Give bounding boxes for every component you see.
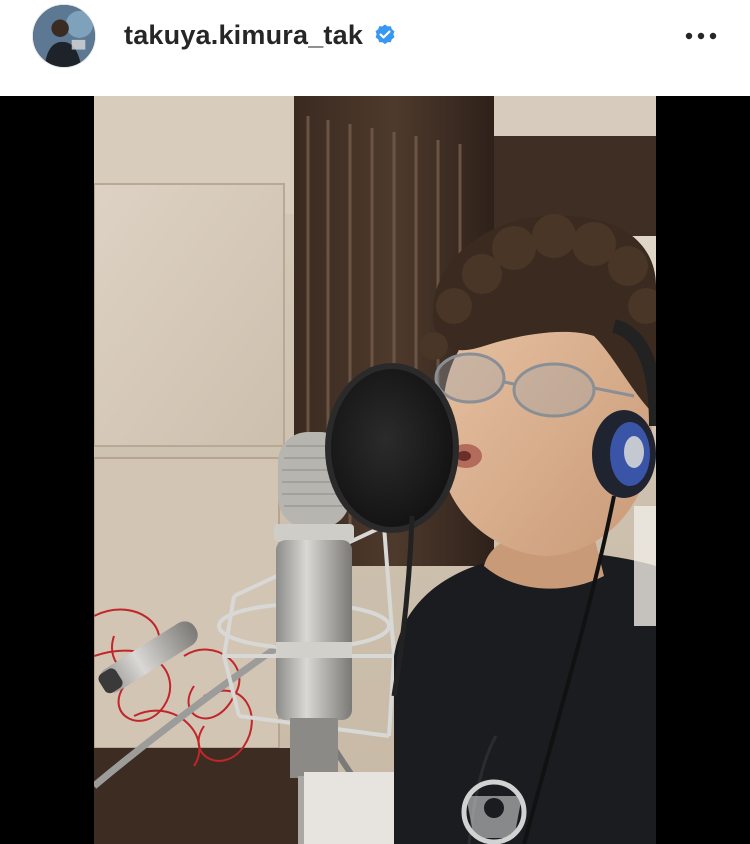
- avatar-image: [33, 5, 95, 67]
- verified-badge-icon: [373, 23, 397, 47]
- instagram-post: takuya.kimura_tak: [0, 0, 750, 844]
- username-link[interactable]: takuya.kimura_tak: [124, 20, 363, 51]
- post-header: takuya.kimura_tak: [0, 0, 750, 96]
- post-media[interactable]: [0, 96, 750, 844]
- more-options-button[interactable]: [684, 22, 718, 50]
- recording-studio-selfie-photo: [94, 96, 656, 844]
- more-horizontal-icon: [685, 32, 717, 40]
- profile-avatar[interactable]: [32, 4, 96, 68]
- username-row: takuya.kimura_tak: [124, 18, 397, 52]
- post-photo[interactable]: [94, 96, 656, 844]
